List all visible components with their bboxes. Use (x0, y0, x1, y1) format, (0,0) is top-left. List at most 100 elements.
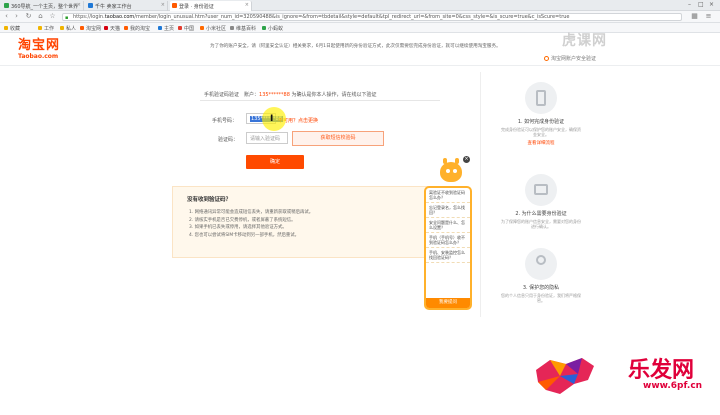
tab-favicon-icon (172, 3, 177, 8)
sidebar-item-privacy: 3. 保护您的隐私 您的个人信息只用于身份验证，我们将严格保密。 (500, 248, 582, 303)
menu-icon[interactable]: ≡ (704, 12, 713, 21)
watermark-bottom: 乐发网 (628, 357, 695, 383)
bookmark-item[interactable]: 小米社区 (200, 25, 226, 32)
tips-list: 1. 网络通讯异常可能会造成短信丢失，请重新获取或稍后再试。 2. 请核实手机是… (189, 209, 419, 239)
sidebar-divider (480, 72, 481, 317)
sidebar-item-desc: 您的个人信息只用于身份验证，我们将严格保密。 (501, 293, 581, 303)
sidebar-item-link[interactable]: 查看详细流程 (500, 140, 582, 146)
site-icon (80, 26, 84, 30)
site-icon (262, 26, 266, 30)
cursor-highlight (262, 107, 286, 131)
phone-icon (525, 82, 557, 114)
bookmark-item[interactable]: 我的淘宝 (124, 25, 150, 32)
bookmark-item[interactable]: 私人 (60, 25, 76, 32)
masked-phone: 135******88 (259, 92, 290, 98)
bookmark-item[interactable]: 工作 (38, 25, 54, 32)
star-icon[interactable]: ☆ (48, 12, 57, 21)
phone-verify-label: 手机验证码验证 (204, 92, 240, 98)
site-icon (158, 26, 162, 30)
browser-tab-active[interactable]: 登录 · 身份验证 × (170, 1, 252, 11)
sidebar-item-title: 3. 保护您的隐私 (522, 285, 560, 291)
sidebar-item-why-verify: 2. 为什么需要身份验证 为了保障您的账户信息安全，需要对您的身份进行确认。 (500, 174, 582, 229)
tab-favicon-icon (88, 3, 93, 8)
folder-icon (4, 26, 8, 30)
send-sms-code-button[interactable]: 获取短信校验码 (292, 131, 384, 146)
tip-item: 4. 您也可以尝试将SIM卡移动到另一部手机，然后重试。 (189, 232, 300, 238)
browser-tab[interactable]: 千牛 卖家工作台 × (86, 1, 168, 11)
site-icon (124, 26, 128, 30)
home-icon[interactable]: ⌂ (36, 12, 45, 21)
user-icon (525, 248, 557, 280)
security-notice: 为了你的账户安全，请（阿里安全认证）相关要求，6月1日起使用新的身份验证方式，此… (210, 44, 501, 49)
bookmark-item[interactable]: 天猫 (104, 25, 120, 32)
sidebar-item-desc: 为了保障您的账户信息安全，需要对您的身份进行确认。 (501, 219, 581, 229)
assistant-panel: 离验证不收到验证码怎么办？ 忘记登录名，怎么找回？ 安全问题是什么、怎么设置？ … (424, 186, 472, 310)
taobao-logo[interactable]: 淘宝网 Taobao.com (18, 39, 66, 63)
watermark-url: www.6pf.cn (643, 381, 703, 391)
bookmarks-bar: 收藏 工作 私人 淘宝网 天猫 我的淘宝 主页 中国 小米社区 维基百科 小蚂蚁 (0, 23, 720, 33)
sidebar-item-title: 2. 为什么需要身份验证 (515, 211, 567, 217)
lock-icon: ▪ (65, 15, 69, 21)
tab-label: 千牛 卖家工作台 (95, 4, 132, 10)
close-tab-icon[interactable]: × (77, 2, 81, 8)
sidebar-item-desc: 完成身份验证可以保护您的账户安全，确保资金安全。 (501, 127, 581, 137)
maximize-icon[interactable]: □ (698, 1, 704, 8)
close-window-icon[interactable]: × (709, 1, 714, 8)
divider (200, 100, 440, 101)
code-placeholder: 请输入验证码 (250, 136, 281, 142)
assistant-question[interactable]: 手机（手机号）收不到验证码怎么办？ (426, 233, 470, 248)
assistant-question[interactable]: 忘记登录名，怎么找回？ (426, 203, 470, 218)
bookmark-item[interactable]: 收藏 (4, 25, 20, 32)
logo-text-en: Taobao.com (18, 53, 59, 60)
forward-icon[interactable]: › (12, 12, 21, 21)
site-icon (200, 26, 204, 30)
minimize-icon[interactable]: – (688, 1, 691, 8)
code-label: 验证码： (218, 137, 239, 143)
security-help-link[interactable]: 淘宝网账户安全验证 (544, 55, 596, 62)
refresh-icon[interactable]: ↻ (24, 12, 33, 21)
url-prefix: https://login. (73, 14, 105, 20)
back-icon[interactable]: ‹ (2, 12, 11, 21)
tip-item: 2. 请核实手机是否已欠费停机，或者屏蔽了系统短信。 (189, 217, 296, 223)
bookmark-item[interactable]: 小蚂蚁 (262, 25, 283, 32)
bookmark-item[interactable]: 中国 (178, 25, 194, 32)
extensions-icon[interactable]: ▦ (690, 12, 699, 21)
page-header: 淘宝网 Taobao.com 为了你的账户安全，请（阿里安全认证）相关要求，6月… (0, 34, 720, 66)
close-tab-icon[interactable]: × (245, 2, 249, 8)
info-icon (544, 56, 549, 61)
url-input[interactable]: ▪ https://login.taobao.com/member/login_… (62, 13, 682, 21)
url-path: /member/login_unusual.htm?user_num_id=32… (134, 14, 570, 20)
browser-tab[interactable]: 360导航_一个主页，整个世界 × (2, 1, 84, 11)
browser-tab-bar: 360导航_一个主页，整个世界 × 千牛 卖家工作台 × 登录 · 身份验证 ×… (0, 0, 720, 11)
bull-logo-icon (536, 358, 594, 394)
tab-favicon-icon (4, 3, 9, 8)
tips-title: 没有收到验证码？ (187, 197, 232, 203)
address-toolbar: ‹ › ↻ ⌂ ☆ ▪ https://login.taobao.com/mem… (0, 11, 720, 23)
bookmark-item[interactable]: 主页 (158, 25, 174, 32)
ask-question-button[interactable]: 我要提问 (426, 298, 470, 308)
site-icon (230, 26, 234, 30)
tab-label: 360导航_一个主页，整个世界 (11, 4, 79, 10)
url-domain: taobao.com (104, 14, 135, 20)
bookmark-item[interactable]: 淘宝网 (80, 25, 101, 32)
sms-code-input[interactable]: 请输入验证码 (246, 132, 288, 144)
logo-text-cn: 淘宝网 (18, 38, 61, 53)
assistant-question[interactable]: 手机、安装监控怎么找回验证码？ (426, 248, 470, 263)
tips-panel: 没有收到验证码？ 1. 网络通讯异常可能会造成短信丢失，请重新获取或稍后再试。 … (172, 186, 462, 258)
site-icon (104, 26, 108, 30)
sidebar-item-how-to-verify: 1. 如何完成身份验证 完成身份验证可以保护您的账户安全，确保资金安全。 查看详… (500, 82, 582, 146)
watermark-top: 虎课网 (562, 33, 607, 49)
mobile-label: 手机号码： (212, 118, 238, 124)
text-cursor-icon: I (270, 114, 274, 124)
folder-icon (60, 26, 64, 30)
bookmark-item[interactable]: 维基百科 (230, 25, 256, 32)
id-card-icon (525, 174, 557, 206)
close-tab-icon[interactable]: × (161, 2, 165, 8)
assistant-mascot-icon[interactable] (438, 158, 464, 186)
phone-info: 账户：135******88 为确认是你本人操作，请在线以下验证 (244, 92, 377, 98)
assistant-question[interactable]: 离验证不收到验证码怎么办？ (426, 188, 470, 203)
close-assistant-icon[interactable]: × (463, 156, 470, 163)
assistant-question[interactable]: 安全问题是什么、怎么设置？ (426, 218, 470, 233)
tab-label: 登录 · 身份验证 (179, 4, 214, 10)
confirm-button[interactable]: 确定 (246, 155, 304, 169)
